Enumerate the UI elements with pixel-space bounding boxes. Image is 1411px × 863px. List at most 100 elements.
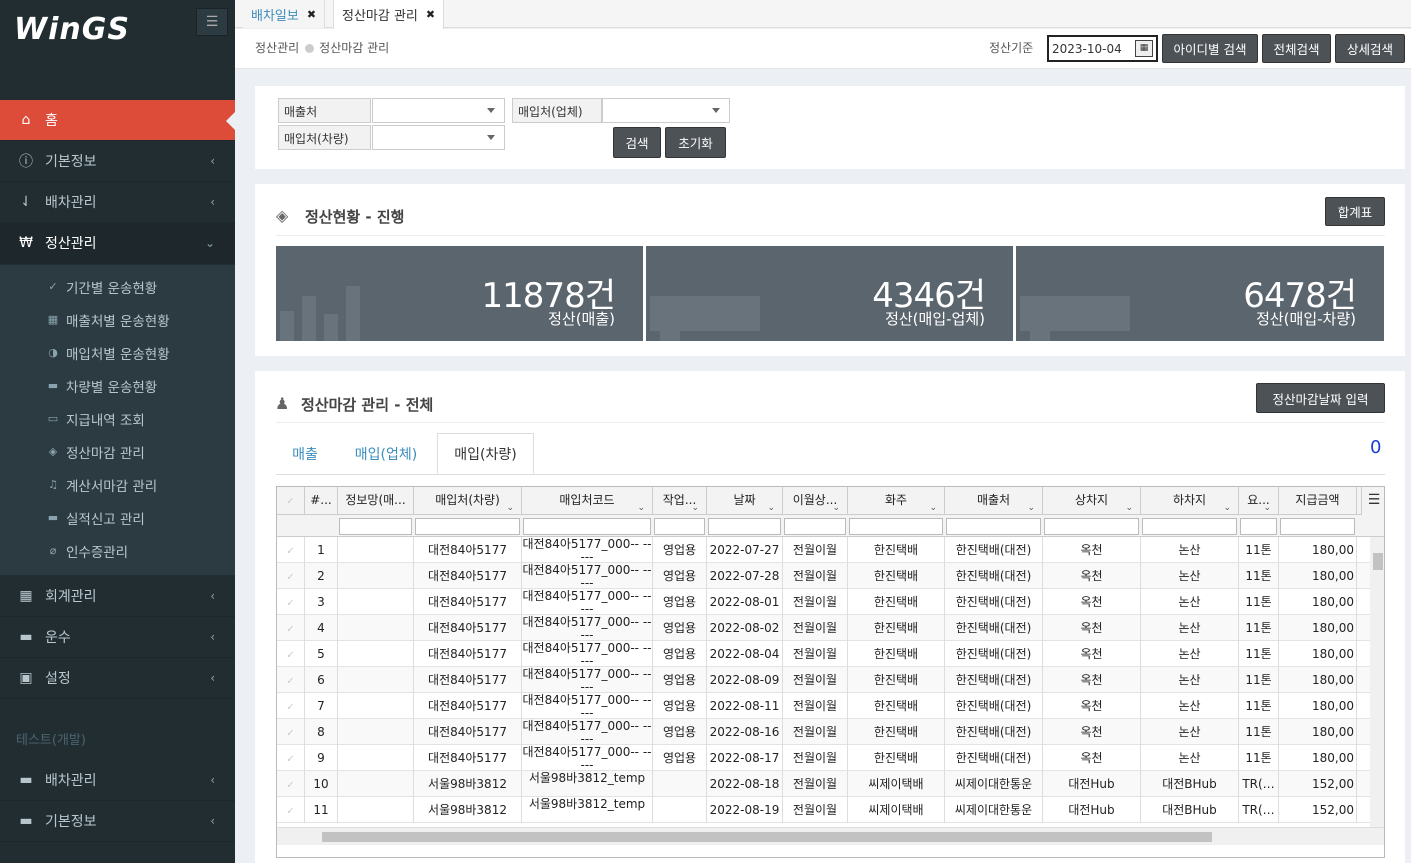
nav-settlement[interactable]: ₩ 정산관리 ⌄ — [0, 223, 235, 264]
scroll-thumb[interactable] — [322, 832, 1212, 842]
table-row[interactable]: ✓ 9 대전84아5177 대전84아5177_000-- ----- 영업용 2022-… — [277, 745, 1384, 771]
submenu-buyer-status[interactable]: ◑ 매입처별 운송현황 — [0, 336, 235, 369]
nav-transport[interactable]: ▬ 운수 ‹ — [0, 617, 235, 658]
submenu-vehicle-status[interactable]: ▬ 차량별 운송현황 — [0, 369, 235, 402]
tab-sales[interactable]: 매출 — [276, 433, 334, 474]
data-grid[interactable]: ✓ #... 정보망(매... 매입처(차량) ⌄ 매입처코드 ⌄ 작업... ⌄ 날짜 ⌄ 이월상.… — [276, 486, 1385, 858]
detail-search-button[interactable]: 상세검색 — [1335, 34, 1405, 63]
table-row[interactable]: ✓ 5 대전84아5177 대전84아5177_000-- ----- 영업용 2022-… — [277, 641, 1384, 667]
row-checkbox[interactable]: ✓ — [277, 537, 305, 563]
column-header[interactable]: 매입처코드 ⌄ — [522, 487, 653, 515]
row-checkbox[interactable]: ✓ — [277, 667, 305, 693]
nav-accounting[interactable]: ▦ 회계관리 ‹ — [0, 576, 235, 617]
table-row[interactable]: ✓ 8 대전84아5177 대전84아5177_000-- ----- 영업용 2022-… — [277, 719, 1384, 745]
row-checkbox[interactable]: ✓ — [277, 693, 305, 719]
row-checkbox[interactable]: ✓ — [277, 771, 305, 797]
column-header[interactable]: 작업... ⌄ — [653, 487, 707, 515]
buyer-company-select[interactable] — [602, 98, 730, 123]
row-checkbox[interactable]: ✓ — [277, 589, 305, 615]
sort-arrow-icon[interactable]: ⌄ — [767, 495, 775, 515]
submenu-invoice-close[interactable]: ♫ 계산서마감 관리 — [0, 468, 235, 501]
buyer-vehicle-select[interactable] — [372, 125, 505, 150]
close-icon[interactable]: ✖ — [307, 8, 316, 21]
row-checkbox[interactable]: ✓ — [277, 641, 305, 667]
reset-button[interactable]: 초기화 — [665, 127, 726, 158]
app-logo[interactable]: WinGS — [14, 12, 130, 47]
column-filter-input[interactable] — [1280, 518, 1355, 535]
submenu-period-status[interactable]: ✓ 기간별 운송현황 — [0, 270, 235, 303]
all-search-button[interactable]: 전체검색 — [1262, 34, 1331, 63]
menu-toggle-icon[interactable]: ☰ — [196, 8, 228, 36]
table-row[interactable]: ✓ 1 대전84아5177 대전84아5177_000-- ----- 영업용 2022-… — [277, 537, 1384, 563]
nav-test-basic-info[interactable]: ▬ 기본정보 ‹ — [0, 801, 235, 842]
submenu-settlement-close[interactable]: ◈ 정산마감 관리 — [0, 435, 235, 468]
sort-arrow-icon[interactable]: ⌄ — [1263, 495, 1271, 515]
column-header[interactable]: 하차지 ⌄ — [1141, 487, 1239, 515]
nav-dispatch[interactable]: ⇃ 배차관리 ‹ — [0, 182, 235, 223]
column-filter-input[interactable] — [339, 518, 412, 535]
column-filter-input[interactable] — [654, 518, 705, 535]
column-header[interactable]: 정보망(매... — [338, 487, 414, 515]
summary-button[interactable]: 합계표 — [1325, 197, 1385, 226]
sort-arrow-icon[interactable]: ⌄ — [1125, 495, 1133, 515]
base-date-input[interactable]: 2023-10-04 ▦ — [1047, 35, 1158, 62]
column-header[interactable]: 지급금액 — [1279, 487, 1357, 515]
submenu-sales-status[interactable]: ▦ 매출처별 운송현황 — [0, 303, 235, 336]
stat-card-sales[interactable]: 11878건 정산(매출) — [276, 246, 643, 341]
calendar-icon[interactable]: ▦ — [1135, 40, 1153, 57]
column-header[interactable]: 이월상... ⌄ — [783, 487, 848, 515]
column-filter-input[interactable] — [946, 518, 1041, 535]
row-checkbox[interactable]: ✓ — [277, 719, 305, 745]
column-filter-input[interactable] — [1240, 518, 1277, 535]
stat-card-buyer-vehicle[interactable]: 6478건 정산(매입-차량) — [1016, 246, 1384, 341]
close-date-button[interactable]: 정산마감날짜 입력 — [1256, 383, 1385, 413]
id-search-button[interactable]: 아이디별 검색 — [1162, 34, 1258, 63]
column-filter-input[interactable] — [1142, 518, 1237, 535]
sort-arrow-icon[interactable]: ⌄ — [929, 495, 937, 515]
sales-select[interactable] — [372, 98, 505, 123]
table-row[interactable]: ✓ 4 대전84아5177 대전84아5177_000-- ----- 영업용 2022-… — [277, 615, 1384, 641]
column-filter-input[interactable] — [415, 518, 520, 535]
sort-arrow-icon[interactable]: ⌄ — [637, 495, 645, 515]
table-row[interactable]: ✓ 7 대전84아5177 대전84아5177_000-- ----- 영업용 2022-… — [277, 693, 1384, 719]
table-row[interactable]: ✓ 6 대전84아5177 대전84아5177_000-- ----- 영업용 2022-… — [277, 667, 1384, 693]
tab-settlement-close[interactable]: 정산마감 관리 ✖ — [333, 0, 445, 29]
nav-settings[interactable]: ▣ 설정 ‹ — [0, 658, 235, 699]
column-filter-input[interactable] — [784, 518, 846, 535]
row-checkbox[interactable]: ✓ — [277, 797, 305, 823]
vertical-scrollbar[interactable] — [1370, 537, 1384, 827]
sort-arrow-icon[interactable]: ⌄ — [1223, 495, 1231, 515]
stat-card-buyer-company[interactable]: 4346건 정산(매입-업체) — [646, 246, 1013, 341]
column-header[interactable]: #... — [305, 487, 338, 515]
table-row[interactable]: ✓ 11 서울98바3812 서울98바3812_temp 2022-08-19 전월이월… — [277, 797, 1384, 823]
tab-buyer-vehicle[interactable]: 매입(차량) — [437, 433, 534, 474]
column-menu-icon[interactable]: ☰ — [1361, 487, 1384, 515]
column-header[interactable]: 날짜 ⌄ — [707, 487, 783, 515]
column-filter-input[interactable] — [523, 518, 651, 535]
scroll-thumb[interactable] — [1373, 553, 1383, 570]
row-checkbox[interactable]: ✓ — [277, 745, 305, 771]
table-row[interactable]: ✓ 2 대전84아5177 대전84아5177_000-- ----- 영업용 2022-… — [277, 563, 1384, 589]
nav-basic-info[interactable]: ⓘ 기본정보 ‹ — [0, 141, 235, 182]
sort-arrow-icon[interactable]: ⌄ — [506, 495, 514, 515]
search-button[interactable]: 검색 — [613, 127, 661, 158]
sort-arrow-icon[interactable]: ⌄ — [1027, 495, 1035, 515]
column-filter-input[interactable] — [1044, 518, 1139, 535]
column-header[interactable]: 요... ⌄ — [1239, 487, 1279, 515]
breadcrumb-root[interactable]: 정산관리 — [255, 41, 299, 55]
nav-test-dispatch[interactable]: ▬ 배차관리 ‹ — [0, 760, 235, 801]
select-all-checkbox[interactable]: ✓ — [277, 487, 305, 515]
nav-home[interactable]: ⌂ 홈 — [0, 100, 235, 141]
column-header[interactable]: 화주 ⌄ — [848, 487, 945, 515]
submenu-performance-report[interactable]: ▬ 실적신고 관리 — [0, 501, 235, 534]
column-header[interactable]: 상차지 ⌄ — [1043, 487, 1141, 515]
row-checkbox[interactable]: ✓ — [277, 563, 305, 589]
table-row[interactable]: ✓ 10 서울98바3812 서울98바3812_temp 2022-08-18 전월이월… — [277, 771, 1384, 797]
table-row[interactable]: ✓ 3 대전84아5177 대전84아5177_000-- ----- 영업용 2022-… — [277, 589, 1384, 615]
submenu-receipt[interactable]: ⌀ 인수증관리 — [0, 534, 235, 567]
column-filter-input[interactable] — [708, 518, 781, 535]
column-header[interactable]: 매입처(차량) ⌄ — [414, 487, 522, 515]
tab-buyer-company[interactable]: 매입(업체) — [340, 433, 432, 474]
sort-arrow-icon[interactable]: ⌄ — [691, 495, 699, 515]
sort-arrow-icon[interactable]: ⌄ — [832, 495, 840, 515]
